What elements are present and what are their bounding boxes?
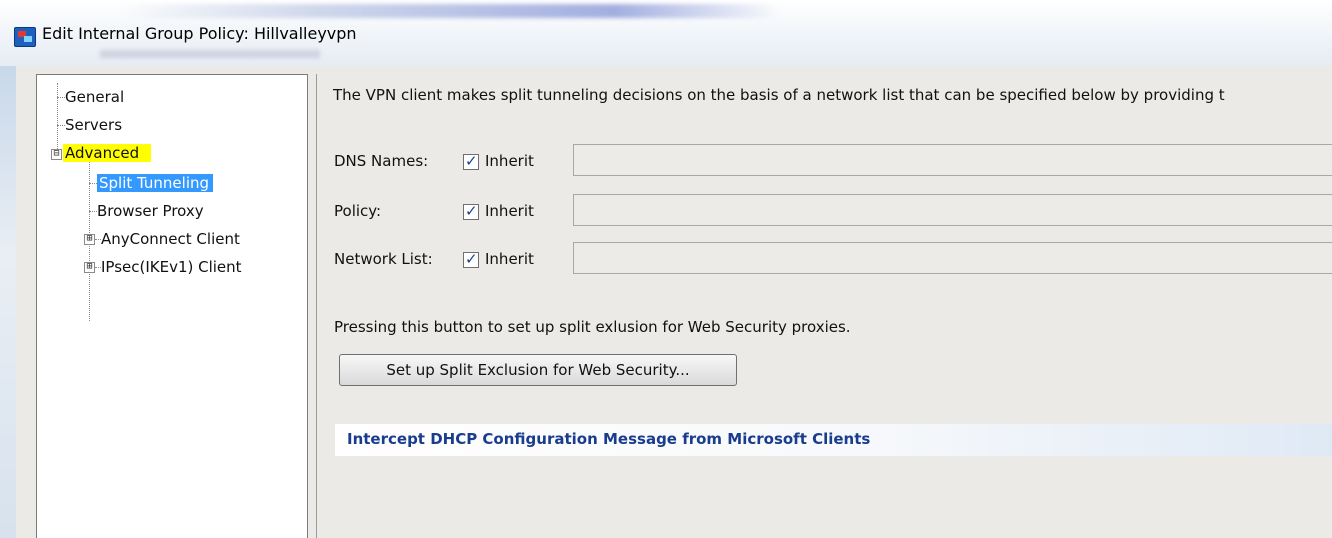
checkmark-icon: ✓: [465, 250, 478, 268]
dns-names-field[interactable]: [573, 144, 1332, 176]
tree-item-label: Browser Proxy: [97, 202, 204, 220]
tree-item-label: General: [65, 88, 125, 106]
split-tunneling-panel: The VPN client makes split tunneling dec…: [316, 74, 1332, 538]
expand-ipsec-icon[interactable]: ⊞: [84, 262, 95, 273]
checkmark-icon: ✓: [465, 152, 478, 170]
title-bar: Edit Internal Group Policy: Hillvalleyvp…: [0, 0, 1332, 66]
split-exclusion-note: Pressing this button to set up split exl…: [334, 318, 851, 336]
split-tunneling-description: The VPN client makes split tunneling dec…: [333, 86, 1225, 104]
tree-item-advanced[interactable]: Advanced: [63, 141, 152, 165]
title-bar-blur-secondary: [100, 50, 320, 58]
dns-names-inherit-checkbox[interactable]: ✓: [463, 152, 479, 170]
tree-connector-servers: [57, 125, 65, 126]
dhcp-section-title: Intercept DHCP Configuration Message fro…: [347, 430, 871, 448]
dhcp-section-header[interactable]: Intercept DHCP Configuration Message fro…: [335, 424, 1332, 456]
tree-item-label: Advanced: [63, 144, 152, 162]
tree-item-label: Split Tunneling: [97, 174, 214, 192]
tree-connector-split: [89, 183, 97, 184]
network-list-dropdown[interactable]: [573, 242, 1332, 274]
policy-dropdown[interactable]: [573, 194, 1332, 226]
tree-item-label: Servers: [65, 116, 123, 134]
checkmark-icon: ✓: [465, 202, 478, 220]
network-list-inherit-checkbox[interactable]: ✓: [463, 250, 479, 268]
window-title: Edit Internal Group Policy: Hillvalleyvp…: [42, 24, 357, 43]
expand-anyconnect-icon[interactable]: ⊞: [84, 234, 95, 245]
network-list-inherit-label: Inherit: [485, 250, 534, 268]
policy-inherit-checkbox[interactable]: ✓: [463, 202, 479, 220]
window-left-edge: [0, 66, 16, 538]
tree-item-browser-proxy[interactable]: Browser Proxy: [97, 199, 204, 223]
policy-inherit-label: Inherit: [485, 202, 534, 220]
tree-item-label: AnyConnect Client: [101, 230, 240, 248]
tree-connector-proxy: [89, 211, 97, 212]
app-icon: [14, 27, 36, 47]
tree-connector-root: [57, 83, 58, 155]
edit-group-policy-window: Edit Internal Group Policy: Hillvalleyvp…: [0, 0, 1332, 538]
network-list-label: Network List:: [334, 250, 433, 268]
tree-connector-general: [57, 97, 65, 98]
tree-item-anyconnect-client[interactable]: AnyConnect Client: [101, 227, 240, 251]
title-bar-blur: [120, 4, 780, 18]
collapse-advanced-icon[interactable]: ⊟: [51, 149, 62, 160]
policy-label: Policy:: [334, 202, 382, 220]
tree-item-split-tunneling[interactable]: Split Tunneling: [97, 171, 214, 195]
split-exclusion-button[interactable]: Set up Split Exclusion for Web Security.…: [339, 354, 737, 386]
tree-item-ipsec-client[interactable]: IPsec(IKEv1) Client: [101, 255, 242, 279]
tree-item-general[interactable]: General: [65, 85, 124, 109]
tree-item-label: IPsec(IKEv1) Client: [101, 258, 242, 276]
navigation-tree: General Servers ⊟ Advanced Split Tunneli…: [36, 74, 308, 538]
dns-names-label: DNS Names:: [334, 152, 429, 170]
dns-names-inherit-label: Inherit: [485, 152, 534, 170]
tree-item-servers[interactable]: Servers: [65, 113, 122, 137]
